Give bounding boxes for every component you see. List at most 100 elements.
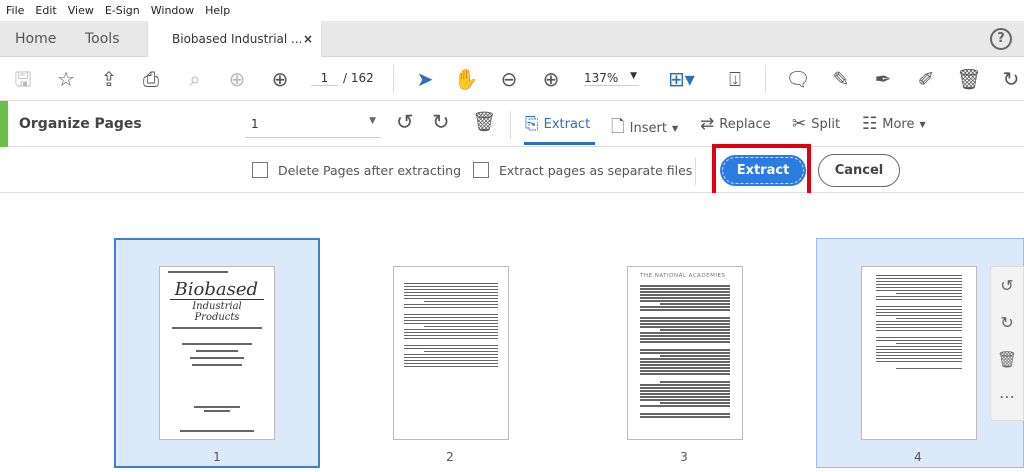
text-line [196,350,238,352]
page-number-input[interactable]: 1 [311,71,338,86]
text-line [876,355,962,356]
organize-pages-bar: Organize Pages 1 ▼ ↺ ↻ 🗑 ⎘ Extract 🗋 Insert… [0,101,1024,147]
menu-help[interactable]: Help [205,4,230,17]
text-line [404,304,498,305]
rotate-left-icon[interactable]: ↺ [991,276,1023,304]
page-actions-panel: ↺ ↻ 🗑 ⋯ [990,266,1024,421]
previous-page-icon[interactable]: ⊕ [224,67,250,91]
insert-tool[interactable]: 🗋 Insert ▼ [611,114,678,143]
delete-after-checkbox[interactable] [252,162,268,178]
text-line [404,332,498,333]
text-line [876,361,962,362]
text-line [660,355,730,357]
zoom-in-icon[interactable]: ⊕ [538,67,564,91]
replace-icon: ⇄ [700,114,715,134]
page-number-3: 3 [680,450,688,464]
scroll-mode-icon[interactable]: ⍗ [722,67,748,91]
delete-icon[interactable]: 🗑 [956,67,982,91]
menu-window[interactable]: Window [151,4,194,17]
page-thumbnail-4[interactable] [861,266,977,440]
text-line [190,357,244,359]
text-line [640,335,730,337]
save-icon[interactable]: 🖫 [10,67,36,91]
rotate-left-icon[interactable]: ↺ [396,110,414,134]
tab-home[interactable]: Home [15,21,56,57]
zoom-select[interactable]: 137% ▼ [584,71,639,86]
zoom-out-icon[interactable]: ⊖ [496,67,522,91]
text-line [640,297,730,299]
text-line [640,370,730,372]
text-line [640,393,730,395]
comment-icon[interactable]: 🗨 [785,67,811,91]
text-line [660,303,730,305]
select-cursor-icon[interactable]: ➤ [412,67,438,91]
rotate-right-icon[interactable]: ↻ [991,313,1023,341]
menu-edit[interactable]: Edit [35,4,56,17]
sign-icon[interactable]: ✒ [870,67,896,91]
organize-pages-title: Organize Pages [19,116,142,132]
extract-button[interactable]: Extract [720,155,806,186]
text-line [404,320,498,321]
delete-page-icon[interactable]: 🗑 [991,350,1023,378]
text-line [876,321,962,322]
edit-pdf-icon[interactable]: ✐ [913,67,939,91]
text-line [640,367,730,369]
split-tool[interactable]: ✂ Split [792,114,840,134]
search-icon[interactable]: ⌕ [182,67,208,91]
text-line [896,368,962,369]
text-line [640,306,730,308]
page-thumbnails-area: Biobased Industrial Products 1 2 THE NAT… [0,193,1024,472]
divider [393,65,394,93]
print-icon[interactable]: ⎙ [138,67,164,91]
text-line [404,338,498,339]
tab-document[interactable]: Biobased Industrial ... × [147,21,322,58]
text-line [404,283,498,284]
next-page-icon[interactable]: ⊕ [267,67,293,91]
text-line [640,294,730,296]
page-thumbnail-1[interactable]: Biobased Industrial Products [159,266,275,440]
text-line [640,390,730,392]
text-line [876,327,962,328]
text-line [640,399,730,401]
text-line [404,298,498,299]
delete-pages-icon[interactable]: 🗑 [472,110,496,133]
text-line [192,364,242,366]
more-icon: ☷ [862,114,878,134]
bookmark-star-icon[interactable]: ☆ [53,67,79,91]
separate-files-checkbox[interactable] [473,162,489,178]
page-heading: THE NATIONAL ACADEMIES [640,273,726,279]
text-line [876,312,962,313]
cover-title-1: Biobased [174,279,259,300]
page-thumbnail-3[interactable]: THE NATIONAL ACADEMIES [627,266,743,440]
menu-file[interactable]: File [6,4,24,17]
cancel-button[interactable]: Cancel [818,154,900,187]
divider [510,111,511,139]
replace-tool[interactable]: ⇄ Replace [700,114,771,134]
text-line [640,387,730,389]
menu-view[interactable]: View [68,4,94,17]
text-line [424,326,498,327]
rotate-right-icon[interactable]: ↻ [432,110,450,134]
more-options-icon[interactable]: ⋯ [991,387,1023,415]
menu-esign[interactable]: E-Sign [105,4,140,17]
hand-tool-icon[interactable]: ✋ [453,67,479,91]
page-range-select[interactable]: 1 ▼ [245,112,380,138]
text-line [404,317,498,318]
tab-tools[interactable]: Tools [85,21,120,57]
text-line [640,349,730,351]
more-tool[interactable]: ☷ More ▼ [862,114,926,134]
divider [765,65,766,93]
upload-cloud-icon[interactable]: ⇪ [96,67,122,91]
text-line [640,285,730,287]
highlight-icon[interactable]: ✎ [828,67,854,91]
fit-page-icon[interactable]: ⊞▾ [668,67,695,91]
page-thumbnail-2[interactable] [393,266,509,440]
rotate-icon[interactable]: ↻ [998,67,1024,91]
text-line [172,327,262,329]
close-tab-icon[interactable]: × [303,21,313,57]
help-icon[interactable]: ? [990,28,1012,50]
text-line [896,293,962,294]
text-line [640,323,730,325]
extract-tool[interactable]: ⎘ Extract [525,114,590,134]
text-line [180,430,254,432]
